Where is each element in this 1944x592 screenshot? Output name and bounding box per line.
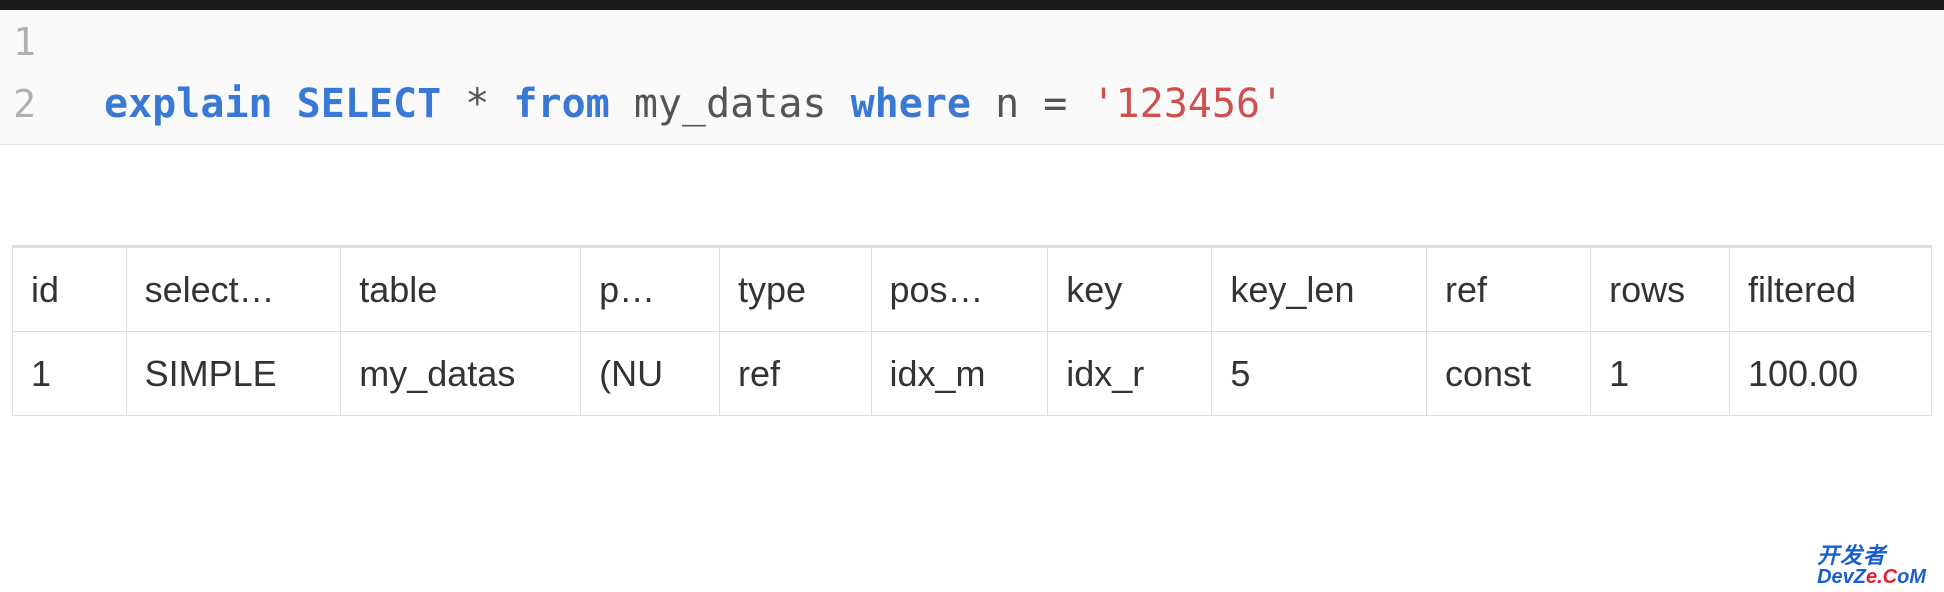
watermark-line-1: 开发者 (1817, 545, 1926, 567)
table-cell: idx_r (1048, 332, 1212, 416)
token-ident: n (995, 81, 1019, 127)
table-cell: ref (720, 332, 872, 416)
editor-line[interactable]: 2explain SELECT * from my_datas where n … (0, 74, 1944, 134)
site-watermark: 开发者 DevZe.CoM (1817, 545, 1926, 587)
table-cell: 100.00 (1730, 332, 1932, 416)
editor-line[interactable]: 1 (0, 14, 1944, 74)
column-header[interactable]: key_len (1212, 248, 1427, 332)
token-kw: explain (104, 81, 273, 127)
token-str: '123456' (1091, 81, 1284, 127)
token-op: = (1019, 81, 1091, 127)
line-number: 2 (0, 76, 60, 133)
table-cell: SIMPLE (126, 332, 341, 416)
code-content[interactable]: explain SELECT * from my_datas where n =… (60, 74, 1284, 134)
editor-results-gap (0, 145, 1944, 245)
column-header[interactable]: ref (1427, 248, 1591, 332)
column-header[interactable]: rows (1591, 248, 1730, 332)
window-top-bar (0, 0, 1944, 10)
token (971, 81, 995, 127)
token-ident: my_datas (634, 81, 827, 127)
column-header[interactable]: select… (126, 248, 341, 332)
table-cell: 1 (13, 332, 127, 416)
table-cell: 5 (1212, 332, 1427, 416)
column-header[interactable]: type (720, 248, 872, 332)
explain-tbody: 1SIMPLEmy_datas(NUrefidx_midx_r5const110… (13, 332, 1932, 416)
column-header[interactable]: p… (581, 248, 720, 332)
explain-result-table: idselect…tablep…typepos…keykey_lenrefrow… (12, 247, 1932, 416)
token (273, 81, 297, 127)
token-kw: SELECT (297, 81, 442, 127)
token-kw: from (513, 81, 609, 127)
table-cell: 1 (1591, 332, 1730, 416)
column-header[interactable]: table (341, 248, 581, 332)
results-panel: idselect…tablep…typepos…keykey_lenrefrow… (12, 245, 1932, 416)
table-cell: my_datas (341, 332, 581, 416)
token-op: * (441, 81, 513, 127)
sql-editor[interactable]: 12explain SELECT * from my_datas where n… (0, 10, 1944, 145)
explain-thead: idselect…tablep…typepos…keykey_lenrefrow… (13, 248, 1932, 332)
table-row[interactable]: 1SIMPLEmy_datas(NUrefidx_midx_r5const110… (13, 332, 1932, 416)
explain-header-row: idselect…tablep…typepos…keykey_lenrefrow… (13, 248, 1932, 332)
line-number: 1 (0, 14, 60, 71)
column-header[interactable]: id (13, 248, 127, 332)
token-kw: where (851, 81, 971, 127)
token (827, 81, 851, 127)
watermark-line-2: DevZe.CoM (1817, 567, 1926, 587)
column-header[interactable]: filtered (1730, 248, 1932, 332)
table-cell: idx_m (871, 332, 1048, 416)
table-cell: const (1427, 332, 1591, 416)
column-header[interactable]: pos… (871, 248, 1048, 332)
table-cell: (NU (581, 332, 720, 416)
column-header[interactable]: key (1048, 248, 1212, 332)
token (610, 81, 634, 127)
